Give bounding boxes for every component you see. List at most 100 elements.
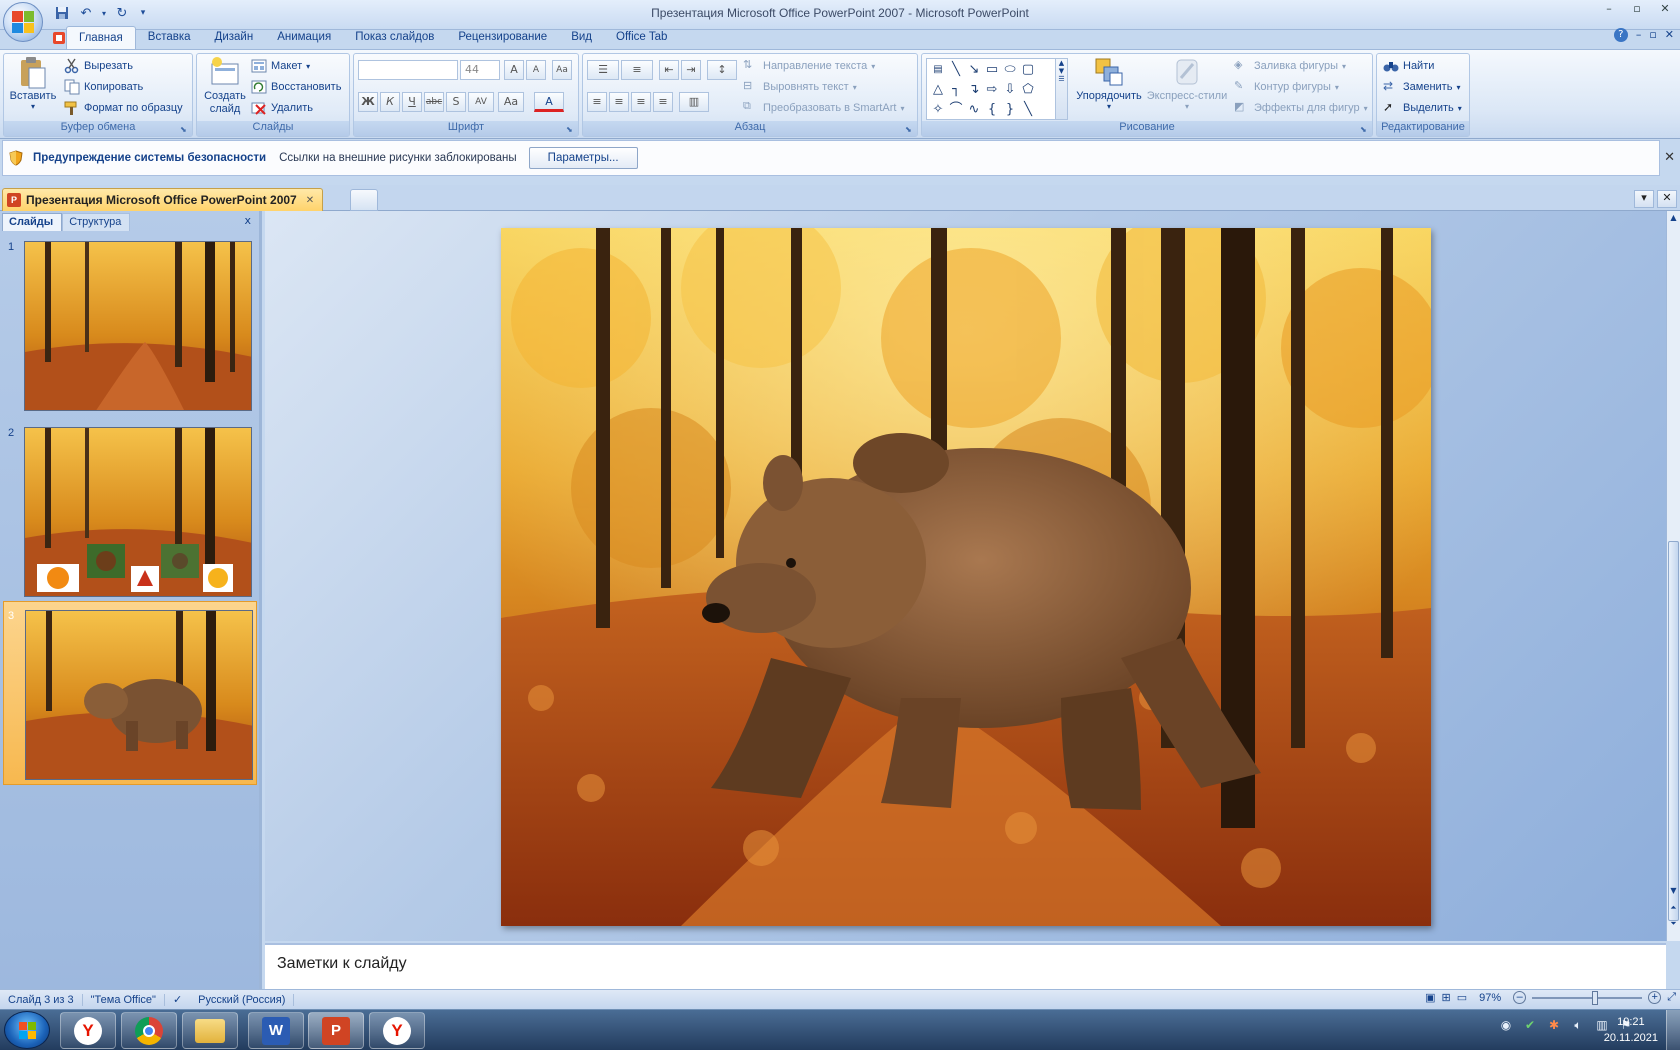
strikethrough-button[interactable]: abc bbox=[424, 92, 444, 112]
justify-button[interactable]: ≡ bbox=[653, 92, 673, 112]
font-color-button[interactable]: A bbox=[534, 92, 564, 112]
system-clock[interactable]: 19:21 20.11.2021 bbox=[1604, 1014, 1658, 1046]
copy-button[interactable]: Копировать bbox=[64, 77, 143, 97]
font-size-combo[interactable]: 44 bbox=[460, 60, 500, 80]
delete-slide-button[interactable]: Удалить bbox=[251, 98, 313, 118]
taskbar-yandex-browser[interactable]: Y bbox=[60, 1012, 116, 1049]
app-tray-icon[interactable]: ✱ bbox=[1546, 1018, 1562, 1034]
bold-button[interactable]: Ж bbox=[358, 92, 378, 112]
document-tab[interactable]: P Презентация Microsoft Office PowerPoin… bbox=[2, 188, 324, 211]
slide-thumbnail-2[interactable]: 2 bbox=[0, 419, 258, 599]
underline-button[interactable]: Ч bbox=[402, 92, 422, 112]
sync-tray-icon[interactable]: ✔ bbox=[1522, 1018, 1538, 1034]
zoom-slider[interactable] bbox=[1532, 990, 1643, 1005]
layout-button[interactable]: Макет ▾ bbox=[251, 56, 310, 76]
right-brace-shape-icon[interactable]: } bbox=[1001, 101, 1019, 119]
cut-button[interactable]: Вырезать bbox=[64, 56, 133, 76]
line-spacing-button[interactable]: ↕ bbox=[707, 60, 737, 80]
security-tray-icon[interactable]: ◉ bbox=[1498, 1018, 1514, 1034]
tab-slideshow[interactable]: Показ слайдов bbox=[343, 26, 446, 50]
change-case-button[interactable]: Aa bbox=[498, 92, 524, 112]
tab-slides[interactable]: Слайды bbox=[2, 213, 63, 231]
maximize-button[interactable]: ▫ bbox=[1624, 2, 1650, 16]
triangle-shape-icon[interactable]: △ bbox=[929, 81, 947, 99]
scroll-thumb[interactable] bbox=[1668, 541, 1679, 921]
next-slide-icon[interactable]: ⏷ bbox=[1668, 919, 1679, 933]
slide-sorter-view-icon[interactable]: ⊞ bbox=[1442, 991, 1451, 1004]
volume-icon[interactable]: 🔈︎ bbox=[1570, 1018, 1586, 1034]
font-name-combo[interactable] bbox=[358, 60, 458, 80]
columns-button[interactable]: ▥ bbox=[679, 92, 709, 112]
decrease-indent-button[interactable]: ⇤ bbox=[659, 60, 679, 80]
show-desktop-button[interactable] bbox=[1666, 1010, 1680, 1050]
curve-shape-icon[interactable]: ⌒ bbox=[947, 101, 965, 119]
office-tab-icon[interactable] bbox=[50, 26, 66, 50]
taskbar-powerpoint[interactable]: P bbox=[308, 1012, 364, 1049]
star-shape-icon[interactable]: ✧ bbox=[929, 101, 947, 119]
increase-indent-button[interactable]: ⇥ bbox=[681, 60, 701, 80]
text-shadow-button[interactable]: S bbox=[446, 92, 466, 112]
help-icon[interactable]: ? bbox=[1613, 28, 1628, 42]
align-right-button[interactable]: ≡ bbox=[631, 92, 651, 112]
right-arrow-shape-icon[interactable]: ⇨ bbox=[983, 81, 1001, 99]
zoom-percent[interactable]: 97% bbox=[1479, 992, 1501, 1004]
zoom-out-icon[interactable]: – bbox=[1513, 991, 1527, 1004]
find-button[interactable]: Найти bbox=[1383, 56, 1434, 76]
line-shape-icon[interactable]: ╲ bbox=[947, 61, 965, 79]
taskbar-word[interactable]: W bbox=[248, 1012, 304, 1049]
elbow-connector-shape-icon[interactable]: ┐ bbox=[947, 81, 965, 99]
shape-fill-button[interactable]: ◈ Заливка фигуры ▾ bbox=[1234, 56, 1346, 76]
arrange-button[interactable]: Упорядочить ▾ bbox=[1072, 56, 1146, 111]
left-brace-shape-icon[interactable]: { bbox=[983, 101, 1001, 119]
taskbar-chrome[interactable] bbox=[121, 1012, 177, 1049]
slide-thumbnail-3[interactable]: 3 bbox=[3, 601, 257, 785]
tab-insert[interactable]: Вставка bbox=[136, 26, 203, 50]
shape-effects-button[interactable]: ◩ Эффекты для фигур ▾ bbox=[1234, 98, 1368, 118]
replace-button[interactable]: ⇄ Заменить ▾ bbox=[1383, 77, 1460, 97]
tab-list-dropdown-icon[interactable]: ▾ bbox=[1634, 190, 1654, 208]
start-button[interactable] bbox=[4, 1011, 50, 1049]
bullets-button[interactable]: ☰ bbox=[587, 60, 619, 80]
notes-pane[interactable]: Заметки к слайду bbox=[265, 943, 1666, 989]
diagonal-line-shape-icon[interactable]: ╲ bbox=[1019, 101, 1037, 119]
zoom-slider-thumb[interactable] bbox=[1591, 990, 1598, 1005]
spell-check-icon[interactable]: ✓ bbox=[165, 993, 190, 1006]
arc-shape-icon[interactable]: ∿ bbox=[965, 101, 983, 119]
minimize-button[interactable]: – bbox=[1596, 2, 1622, 16]
clipboard-launcher-icon[interactable]: ⬊ bbox=[180, 125, 190, 135]
rectangle-shape-icon[interactable]: ▭ bbox=[983, 61, 1001, 79]
security-bar-close-icon[interactable]: ✕ bbox=[1664, 149, 1675, 165]
scroll-up-icon[interactable]: ▲ bbox=[1668, 213, 1679, 227]
align-left-button[interactable]: ≡ bbox=[587, 92, 607, 112]
text-direction-button[interactable]: ⇅ Направление текста ▾ bbox=[743, 56, 875, 76]
paragraph-launcher-icon[interactable]: ⬊ bbox=[905, 125, 915, 135]
zoom-in-icon[interactable]: + bbox=[1648, 991, 1662, 1004]
reset-slide-button[interactable]: Восстановить bbox=[251, 77, 341, 97]
doc-minimize-button[interactable]: – bbox=[1636, 28, 1642, 42]
grow-font-button[interactable]: A bbox=[504, 60, 524, 80]
previous-slide-icon[interactable]: ⏶ bbox=[1668, 903, 1679, 917]
font-launcher-icon[interactable]: ⬊ bbox=[566, 125, 576, 135]
format-painter-button[interactable]: Формат по образцу bbox=[64, 98, 183, 118]
tab-review[interactable]: Рецензирование bbox=[446, 26, 559, 50]
taskbar-file-explorer[interactable] bbox=[182, 1012, 238, 1049]
align-center-button[interactable]: ≡ bbox=[609, 92, 629, 112]
textbox-shape-icon[interactable]: ▤ bbox=[929, 61, 947, 79]
tab-office-tab[interactable]: Office Tab bbox=[604, 26, 679, 50]
document-tab-close-icon[interactable]: ✕ bbox=[306, 195, 314, 206]
current-slide[interactable] bbox=[501, 228, 1431, 926]
italic-button[interactable]: К bbox=[380, 92, 400, 112]
drawing-launcher-icon[interactable]: ⬊ bbox=[1360, 125, 1370, 135]
slideshow-view-icon[interactable]: ▭ bbox=[1457, 991, 1467, 1004]
elbow-arrow-shape-icon[interactable]: ↴ bbox=[965, 81, 983, 99]
convert-smartart-button[interactable]: ⧉ Преобразовать в SmartArt ▾ bbox=[743, 98, 904, 118]
oval-shape-icon[interactable]: ⬭ bbox=[1001, 61, 1019, 79]
freeform-shape-icon[interactable]: ⬠ bbox=[1019, 81, 1037, 99]
tab-outline[interactable]: Структура bbox=[62, 213, 131, 231]
new-tab-button[interactable] bbox=[350, 189, 378, 211]
numbering-button[interactable]: ≡ bbox=[621, 60, 653, 80]
slide-vertical-scrollbar[interactable]: ▲ ▼ ⏶ ⏷ bbox=[1666, 211, 1680, 941]
panel-close-icon[interactable]: x bbox=[244, 214, 251, 227]
shrink-font-button[interactable]: A bbox=[526, 60, 546, 80]
tab-animation[interactable]: Анимация bbox=[265, 26, 343, 50]
